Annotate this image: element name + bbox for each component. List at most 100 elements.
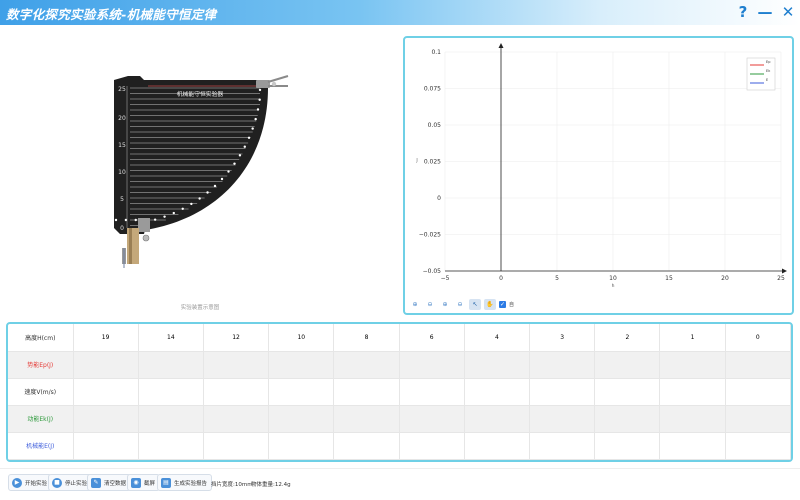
- table-cell[interactable]: 4: [464, 324, 531, 352]
- row-header: 动能Ek(J): [8, 405, 74, 433]
- table-cell[interactable]: [203, 405, 270, 433]
- table-cell[interactable]: [268, 351, 335, 379]
- zoom-in-x-icon[interactable]: ⊕: [409, 299, 421, 310]
- table-cell[interactable]: [464, 432, 531, 460]
- table-cell[interactable]: 12: [203, 324, 270, 352]
- table-cell[interactable]: 19: [73, 324, 139, 352]
- table-cell[interactable]: 1: [659, 324, 726, 352]
- y-axis-label: J: [415, 158, 417, 164]
- table-cell[interactable]: [594, 378, 661, 406]
- scale-label: 15: [118, 142, 126, 149]
- pan-hand-icon[interactable]: ✋: [484, 298, 496, 310]
- table-cell[interactable]: 0: [725, 324, 791, 352]
- select-cursor-icon[interactable]: ↖: [469, 298, 481, 310]
- table-cell[interactable]: [138, 405, 204, 433]
- x-tick-label: 5: [555, 275, 559, 282]
- x-axis-arrow: [782, 268, 787, 274]
- table-cell[interactable]: [725, 405, 791, 433]
- release-clamp: [256, 75, 289, 88]
- table-cell[interactable]: 2: [594, 324, 661, 352]
- table-cell[interactable]: [399, 405, 465, 433]
- row-header: 机械能E(J): [8, 432, 74, 460]
- table-cell[interactable]: [529, 432, 596, 460]
- table-cell[interactable]: [529, 351, 596, 379]
- generate-report-button[interactable]: ▤ 生成实验报告: [157, 474, 213, 491]
- screenshot-button[interactable]: ◉ 截屏: [127, 474, 161, 491]
- shutter-width-info: 挡片宽度:10mm: [211, 482, 253, 488]
- table-cell[interactable]: [138, 378, 204, 406]
- table-cell[interactable]: [594, 351, 661, 379]
- table-row: 势能Ep(J): [8, 351, 791, 379]
- start-experiment-label: 开始实验: [25, 480, 48, 487]
- table-cell[interactable]: 6: [399, 324, 465, 352]
- table-cell[interactable]: [399, 432, 465, 460]
- table-cell[interactable]: [659, 405, 726, 433]
- table-cell[interactable]: [464, 405, 531, 433]
- table-cell[interactable]: [464, 351, 531, 379]
- table-cell[interactable]: [529, 378, 596, 406]
- table-cell[interactable]: [529, 405, 596, 433]
- x-tick-label: 10: [609, 275, 617, 282]
- row-header: 速度V(m/s): [8, 378, 74, 406]
- chart-panel: −5 0 5 10 15 20 25 0.1 0.075 0.05 0.025 0 −0.025 −0.0…: [403, 36, 794, 315]
- table-cell[interactable]: [268, 378, 335, 406]
- table-cell[interactable]: [333, 432, 400, 460]
- clear-data-button[interactable]: ✎ 清空数据: [87, 474, 132, 491]
- table-cell[interactable]: [268, 405, 335, 433]
- table-cell[interactable]: [659, 432, 726, 460]
- scale-label: 10: [118, 169, 126, 176]
- table-cell[interactable]: [464, 378, 531, 406]
- help-button[interactable]: ?: [733, 2, 753, 22]
- table-cell[interactable]: 10: [268, 324, 335, 352]
- minimize-button[interactable]: —: [755, 2, 775, 22]
- table-cell[interactable]: [203, 351, 270, 379]
- start-experiment-button[interactable]: ▶ 开始实验: [8, 474, 53, 491]
- table-cell[interactable]: [73, 432, 139, 460]
- table-cell[interactable]: [73, 378, 139, 406]
- table-row: 动能Ek(J): [8, 405, 791, 433]
- close-button[interactable]: ✕: [778, 2, 798, 22]
- zoom-in-y-icon[interactable]: ⊕: [439, 299, 451, 310]
- stop-icon: ■: [52, 477, 62, 488]
- stop-experiment-button[interactable]: ■ 停止实验: [48, 474, 93, 491]
- table-cell[interactable]: [333, 405, 400, 433]
- scale-label: 0: [120, 225, 124, 232]
- table-cell[interactable]: [138, 351, 204, 379]
- table-cell[interactable]: [399, 351, 465, 379]
- auto-scale-checkbox[interactable]: ✓: [499, 300, 506, 308]
- apparatus-illustration: 机械能守恒实验器 25 20 15 10 5 0: [100, 68, 300, 268]
- table-cell[interactable]: 8: [333, 324, 400, 352]
- table-cell[interactable]: [73, 405, 139, 433]
- table-cell[interactable]: [138, 432, 204, 460]
- table-cell[interactable]: [659, 351, 726, 379]
- table-cell[interactable]: 14: [138, 324, 204, 352]
- table-cell[interactable]: [725, 351, 791, 379]
- table-cell[interactable]: [725, 432, 791, 460]
- stop-experiment-label: 停止实验: [65, 480, 88, 487]
- table-cell[interactable]: [203, 432, 270, 460]
- scale-label: 25: [118, 86, 126, 93]
- y-tick-label: −0.025: [419, 232, 441, 239]
- legend-label: Ep: [766, 60, 771, 64]
- data-table: 高度H(cm) 19 14 12 10 8 6 4 3 2 1 0 势能Ep(J) 速度V(m/s) 动能E…: [8, 324, 791, 460]
- table-cell[interactable]: [725, 378, 791, 406]
- energy-chart[interactable]: −5 0 5 10 15 20 25 0.1 0.075 0.05 0.025 0 −0.025 −0.0…: [405, 38, 792, 296]
- apparatus-caption: 实验装置示意图: [180, 305, 220, 311]
- table-cell[interactable]: [268, 432, 335, 460]
- zoom-out-y-icon[interactable]: ⊖: [454, 299, 466, 310]
- report-icon: ▤: [161, 477, 171, 488]
- table-cell[interactable]: [203, 378, 270, 406]
- table-cell[interactable]: 3: [529, 324, 596, 352]
- x-tick-label: 0: [499, 275, 503, 282]
- zoom-out-x-icon[interactable]: ⊖: [424, 299, 436, 310]
- table-cell[interactable]: [73, 351, 139, 379]
- table-cell[interactable]: [594, 405, 661, 433]
- y-tick-label: 0: [437, 195, 441, 202]
- table-cell[interactable]: [399, 378, 465, 406]
- table-cell[interactable]: [594, 432, 661, 460]
- table-cell[interactable]: [333, 378, 400, 406]
- table-cell[interactable]: [659, 378, 726, 406]
- table-cell[interactable]: [333, 351, 400, 379]
- table-row: 机械能E(J): [8, 432, 791, 460]
- y-tick-label: 0.025: [424, 159, 441, 166]
